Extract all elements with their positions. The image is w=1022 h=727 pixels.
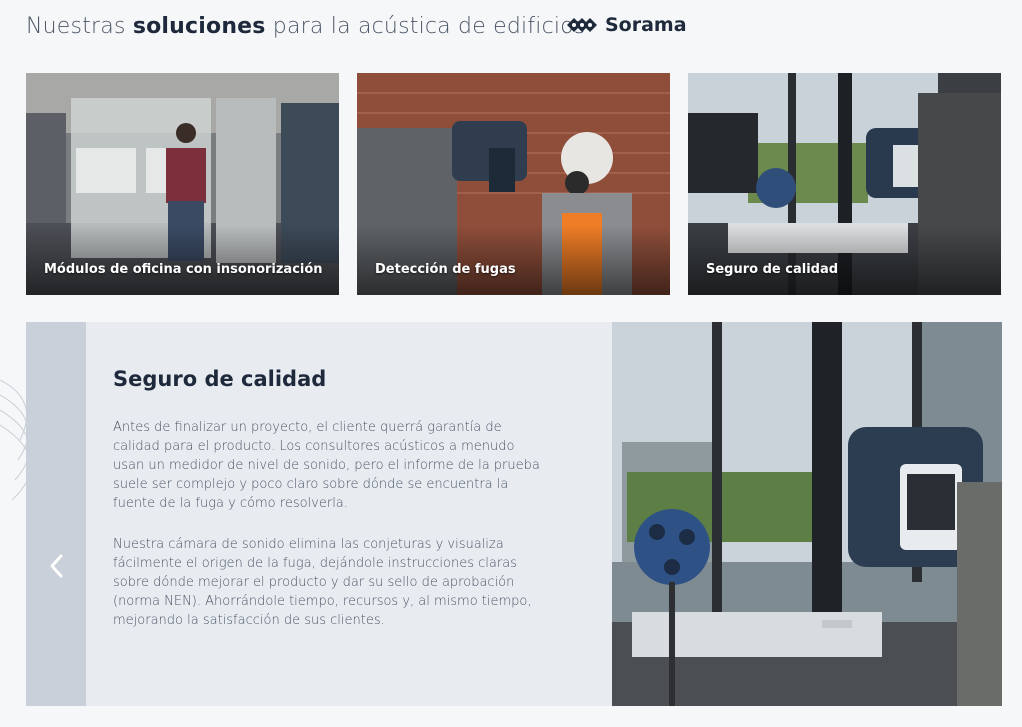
sound-camera-photo	[612, 322, 1002, 706]
detail-panel: Seguro de calidad Antes de finalizar un …	[26, 322, 1002, 706]
detail-heading: Seguro de calidad	[113, 367, 327, 391]
detail-paragraph-2: Nuestra cámara de sonido elimina las con…	[113, 537, 532, 628]
logo-text: Sorama	[605, 14, 687, 36]
card-label: Seguro de calidad	[706, 262, 839, 277]
sorama-logo[interactable]: Sorama	[565, 12, 687, 38]
card-shade	[357, 225, 670, 295]
card-shade	[26, 225, 339, 295]
card-label: Detección de fugas	[375, 262, 516, 277]
detail-photo	[612, 322, 1002, 706]
sorama-logo-icon	[567, 18, 597, 32]
page-header: Nuestras soluciones para la acústica de …	[26, 8, 586, 44]
card-office-pods[interactable]: Módulos de oficina con insonorización	[26, 73, 339, 295]
previous-button[interactable]	[42, 550, 70, 582]
card-shade	[688, 225, 1001, 295]
chevron-left-icon	[50, 554, 63, 578]
card-label: Módulos de oficina con insonorización	[44, 262, 323, 277]
card-quality-assurance[interactable]: Seguro de calidad	[688, 73, 1001, 295]
detail-paragraph-1: Antes de finalizar un proyecto, el clien…	[113, 420, 540, 511]
detail-side-strip	[26, 322, 86, 706]
card-leak-detection[interactable]: Detección de fugas	[357, 73, 670, 295]
page-title: Nuestras soluciones para la acústica de …	[26, 13, 586, 39]
